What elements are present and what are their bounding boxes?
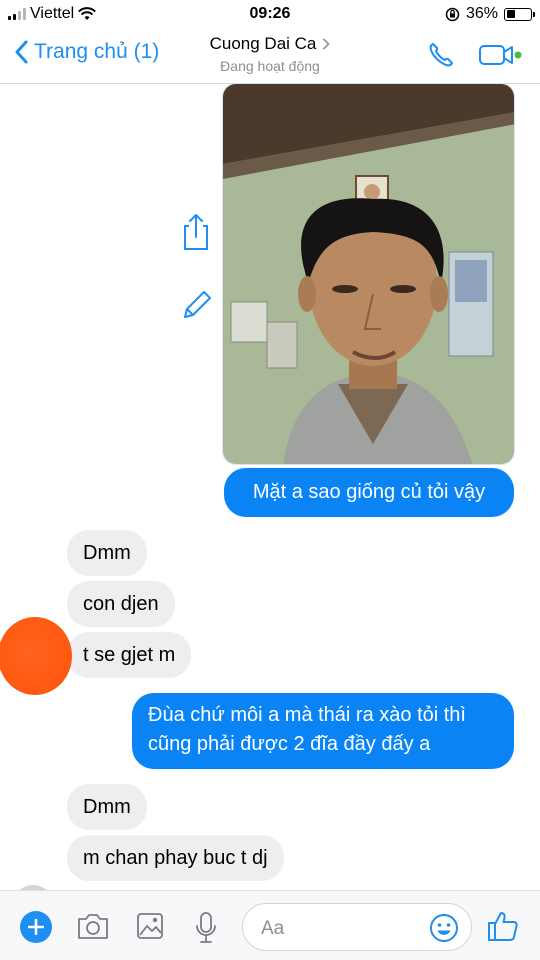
incoming-message[interactable]: Dmm: [67, 784, 147, 830]
contact-name: Cuong Dai Ca: [210, 34, 331, 54]
battery-level: [506, 10, 515, 18]
contact-info[interactable]: Cuong Dai Ca Đang hoạt động: [150, 34, 390, 74]
outgoing-message[interactable]: Mặt a sao giống củ tỏi vậy: [224, 468, 514, 517]
conversation-header: Trang chủ (1) Cuong Dai Ca Đang hoạt độn…: [0, 30, 540, 84]
chevron-left-icon: [15, 40, 28, 64]
chevron-right-icon: [323, 38, 331, 50]
message-placeholder: Aa: [261, 918, 285, 939]
header-actions: [426, 40, 524, 70]
composer-bar: Aa: [0, 890, 540, 960]
contact-status: Đang hoạt động: [220, 58, 320, 74]
selfie-photo: [223, 84, 514, 464]
camera-icon[interactable]: [76, 911, 110, 941]
message-line: cũng phải được 2 đĩa đầy đấy a: [148, 733, 431, 755]
back-label: Trang chủ (1): [34, 40, 160, 63]
phone-icon[interactable]: [426, 40, 456, 70]
contact-name-text: Cuong Dai Ca: [209, 34, 317, 53]
outgoing-message[interactable]: Đùa chứ môi a mà thái ra xào tỏi thì cũn…: [132, 693, 514, 769]
battery-percent: 36%: [465, 5, 498, 22]
photo-message[interactable]: [222, 83, 515, 465]
thumbs-up-icon[interactable]: [486, 909, 520, 943]
contact-avatar[interactable]: [0, 617, 72, 695]
incoming-message[interactable]: con djen: [67, 581, 175, 627]
edit-icon[interactable]: [180, 288, 214, 322]
gallery-icon[interactable]: [136, 911, 164, 941]
plus-icon[interactable]: [20, 911, 52, 943]
share-icon[interactable]: [180, 212, 212, 252]
status-bar: Viettel 09:26 36%: [0, 0, 540, 30]
video-call-icon[interactable]: [478, 40, 524, 70]
back-button[interactable]: Trang chủ (1): [14, 40, 159, 64]
status-right: 36%: [445, 5, 535, 23]
microphone-icon[interactable]: [194, 911, 218, 945]
emoji-icon[interactable]: [429, 913, 459, 943]
message-input[interactable]: Aa: [242, 903, 472, 951]
incoming-message[interactable]: m chan phay buc t dj: [67, 835, 284, 881]
battery-icon: [504, 7, 535, 21]
rotation-lock-icon: [445, 7, 460, 21]
incoming-message[interactable]: t se gjet m: [67, 632, 192, 678]
incoming-message[interactable]: Dmm: [67, 530, 147, 576]
message-line: Đùa chứ môi a mà thái ra xào tỏi thì: [148, 704, 466, 726]
